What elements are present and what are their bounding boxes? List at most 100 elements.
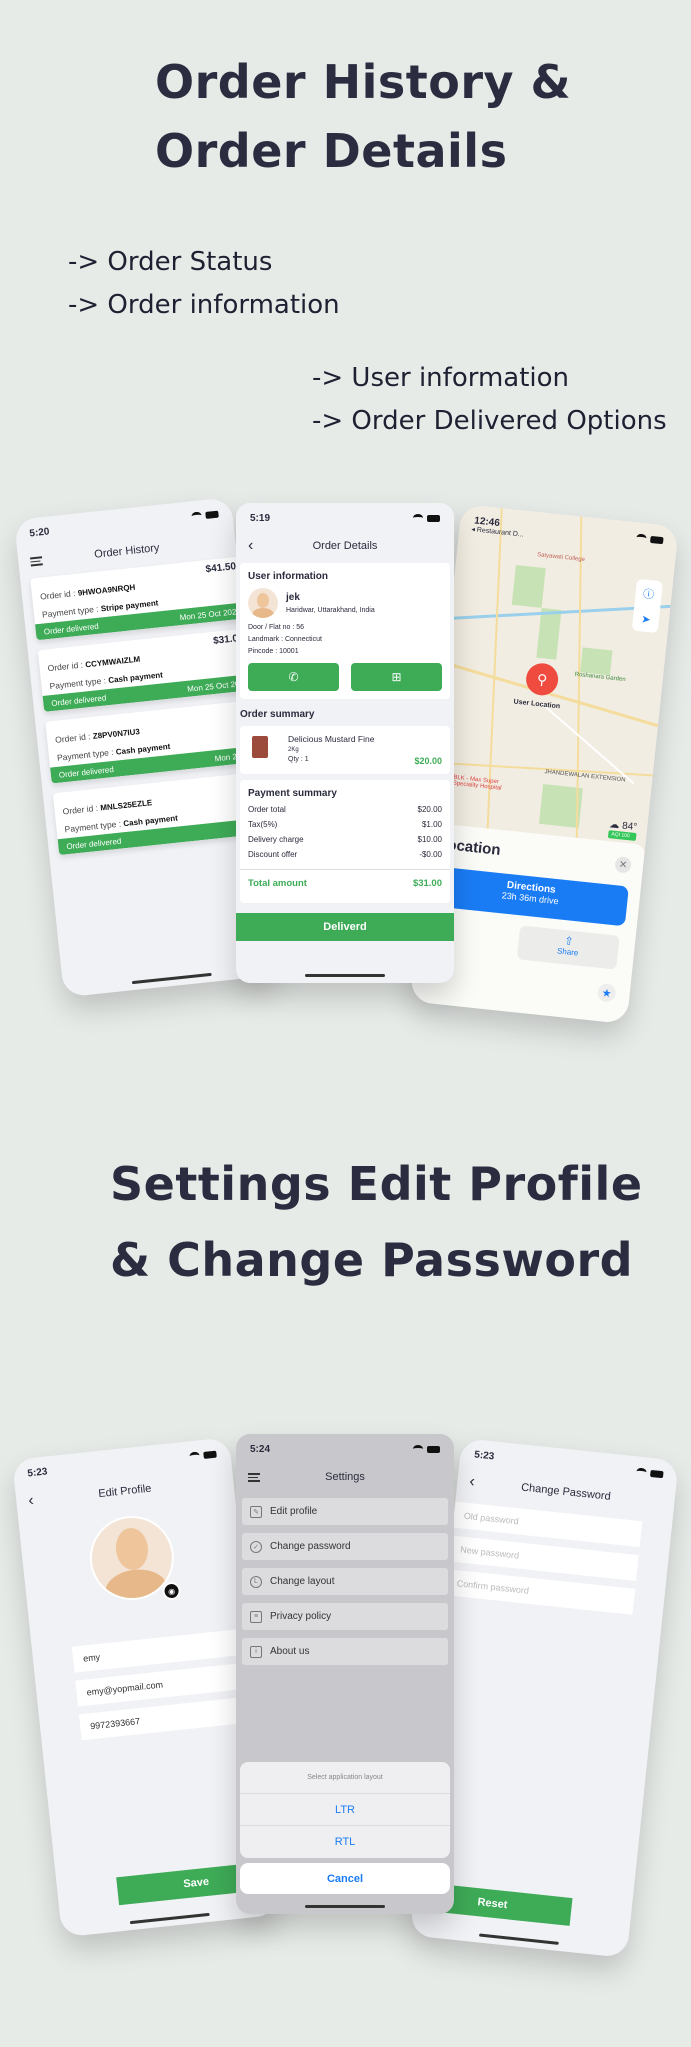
order-details-screen: 5:19 ‹ Order Details User information je… xyxy=(236,503,454,983)
wifi-icon xyxy=(636,1467,647,1477)
payment-type: Cash payment xyxy=(115,741,171,757)
pin-icon: ⚲ xyxy=(536,670,549,688)
temperature: 84° xyxy=(621,820,638,834)
user-location: Haridwar, Uttarakhand, India xyxy=(286,607,375,614)
menu-button[interactable] xyxy=(248,1472,260,1482)
payment-line: Order total $20.00 xyxy=(248,805,442,814)
settings-item-edit-profile[interactable]: ✎ Edit profile xyxy=(242,1498,448,1525)
order-card[interactable]: $31.00 Order id : CCYMWAIZLM Payment typ… xyxy=(37,627,258,712)
settings-item-change-password[interactable]: ✓ Change password xyxy=(242,1533,448,1560)
bullet-order-status: -> Order Status xyxy=(68,247,273,277)
order-date: Mon 25 Oct 2021 xyxy=(179,606,242,622)
battery-icon xyxy=(650,535,664,544)
verified-badge-icon: ✓ xyxy=(250,1540,262,1553)
user-avatar xyxy=(248,588,278,618)
total-label: Total amount xyxy=(248,878,307,889)
order-id: CCYMWAIZLM xyxy=(84,654,141,670)
home-indicator xyxy=(305,974,385,977)
order-id: Z8PV0N7IU3 xyxy=(92,727,141,741)
action-sheet-title: Select application layout xyxy=(240,1762,450,1794)
product-row: Delicious Mustard Fine 2Kg Qty : 1 $20.0… xyxy=(240,726,450,774)
favorite-button[interactable]: ★ xyxy=(596,982,617,1003)
payment-type: Cash payment xyxy=(107,670,164,685)
cancel-button[interactable]: Cancel xyxy=(240,1863,450,1894)
settings-item-privacy-policy[interactable]: ≡ Privacy policy xyxy=(242,1603,448,1630)
battery-icon xyxy=(427,1445,440,1453)
battery-icon xyxy=(650,1469,664,1478)
layout-icon: L xyxy=(250,1575,262,1588)
pincode: Pincode : 10001 xyxy=(248,648,299,655)
share-button[interactable]: ⇧ Share xyxy=(516,925,620,970)
option-ltr[interactable]: LTR xyxy=(240,1794,450,1826)
back-button[interactable]: ‹ xyxy=(468,1473,476,1491)
back-button[interactable]: ‹ xyxy=(248,537,253,555)
settings-item-label: Privacy policy xyxy=(270,1611,332,1622)
menu-button[interactable] xyxy=(29,555,43,566)
section1-title-line2: Order Details xyxy=(155,124,508,178)
info-document-icon: i xyxy=(250,1645,262,1658)
product-price: $20.00 xyxy=(414,756,442,766)
settings-item-label: About us xyxy=(270,1646,310,1657)
landmark: Landmark : Connecticut xyxy=(248,636,322,643)
section2-title-line2: & Change Password xyxy=(110,1233,634,1287)
directions-button[interactable]: Directions 23h 36m drive xyxy=(431,866,629,927)
chevron-left-icon: ‹ xyxy=(27,1492,35,1510)
phone-icon: ✆ xyxy=(288,670,299,684)
status-time: 5:19 xyxy=(250,512,271,524)
reset-label: Reset xyxy=(476,1896,509,1912)
map-controls: ⓘ ➤ xyxy=(631,578,664,634)
order-card[interactable]: $8 Order id : Z8PV0N7IU3 Payment type : … xyxy=(45,699,265,784)
order-id-label: Order id : xyxy=(62,802,99,817)
order-id-label: Order id : xyxy=(47,659,84,674)
chevron-left-icon: ‹ xyxy=(468,1473,476,1491)
location-arrow-icon[interactable]: ➤ xyxy=(641,613,652,627)
home-indicator xyxy=(478,1933,559,1945)
option-rtl[interactable]: RTL xyxy=(240,1826,450,1858)
payment-summary-card: Payment summary Order total $20.00 Tax(5%… xyxy=(240,780,450,903)
total-amount-row: Total amount $31.00 xyxy=(248,878,442,889)
payment-type-label: Payment type : xyxy=(41,603,99,620)
call-button[interactable]: ✆ xyxy=(248,663,339,691)
settings-item-about-us[interactable]: i About us xyxy=(242,1638,448,1665)
layout-action-sheet: Select application layout LTR RTL Cancel xyxy=(240,1762,450,1894)
status-time: 5:23 xyxy=(26,1465,48,1479)
total-value: $31.00 xyxy=(412,878,442,889)
status-time: 5:24 xyxy=(250,1443,271,1455)
order-summary-heading: Order summary xyxy=(240,709,315,720)
payment-line: Tax(5%) $1.00 xyxy=(248,820,442,829)
payment-type-label: Payment type : xyxy=(56,746,115,763)
page-title: Change Password xyxy=(520,1481,612,1503)
order-status: Order delivered xyxy=(43,621,100,636)
product-image xyxy=(252,736,268,758)
hamburger-icon xyxy=(248,1472,260,1482)
order-id: 9HWOA9NRQH xyxy=(77,582,136,598)
wifi-icon xyxy=(189,1451,200,1461)
camera-icon[interactable]: ◉ xyxy=(161,1581,182,1601)
settings-item-label: Edit profile xyxy=(270,1506,318,1517)
settings-screen: 5:24 Settings ✎ Edit profile ✓ Change pass… xyxy=(236,1434,454,1914)
battery-icon xyxy=(205,510,219,519)
battery-icon xyxy=(203,1450,217,1459)
bullet-user-information: -> User information xyxy=(312,363,570,393)
page-title: Order History xyxy=(93,541,161,561)
status-time: 5:20 xyxy=(28,525,50,539)
home-indicator xyxy=(305,1905,385,1908)
wifi-icon xyxy=(636,533,647,543)
page-title: Order Details xyxy=(312,540,378,552)
section1-title-line1: Order History & xyxy=(155,55,572,109)
map-button[interactable]: ⊞ xyxy=(351,663,442,691)
status-bar: 5:24 xyxy=(236,1434,454,1464)
home-indicator xyxy=(131,972,212,985)
section2-title-line1: Settings Edit Profile xyxy=(110,1157,643,1211)
order-status: Order delivered xyxy=(58,764,115,780)
star-icon: ★ xyxy=(601,986,613,1000)
sheet-title: Location xyxy=(437,835,502,859)
back-button[interactable]: ‹ xyxy=(27,1492,34,1510)
delivered-button[interactable]: Deliverd xyxy=(236,913,454,941)
payment-type-label: Payment type : xyxy=(64,818,122,835)
payment-type: Stripe payment xyxy=(100,598,159,614)
home-indicator xyxy=(129,1912,210,1925)
user-info-card: User information jek Haridwar, Uttarakha… xyxy=(240,563,450,699)
settings-item-change-layout[interactable]: L Change layout xyxy=(242,1568,448,1595)
info-icon[interactable]: ⓘ xyxy=(642,585,655,602)
